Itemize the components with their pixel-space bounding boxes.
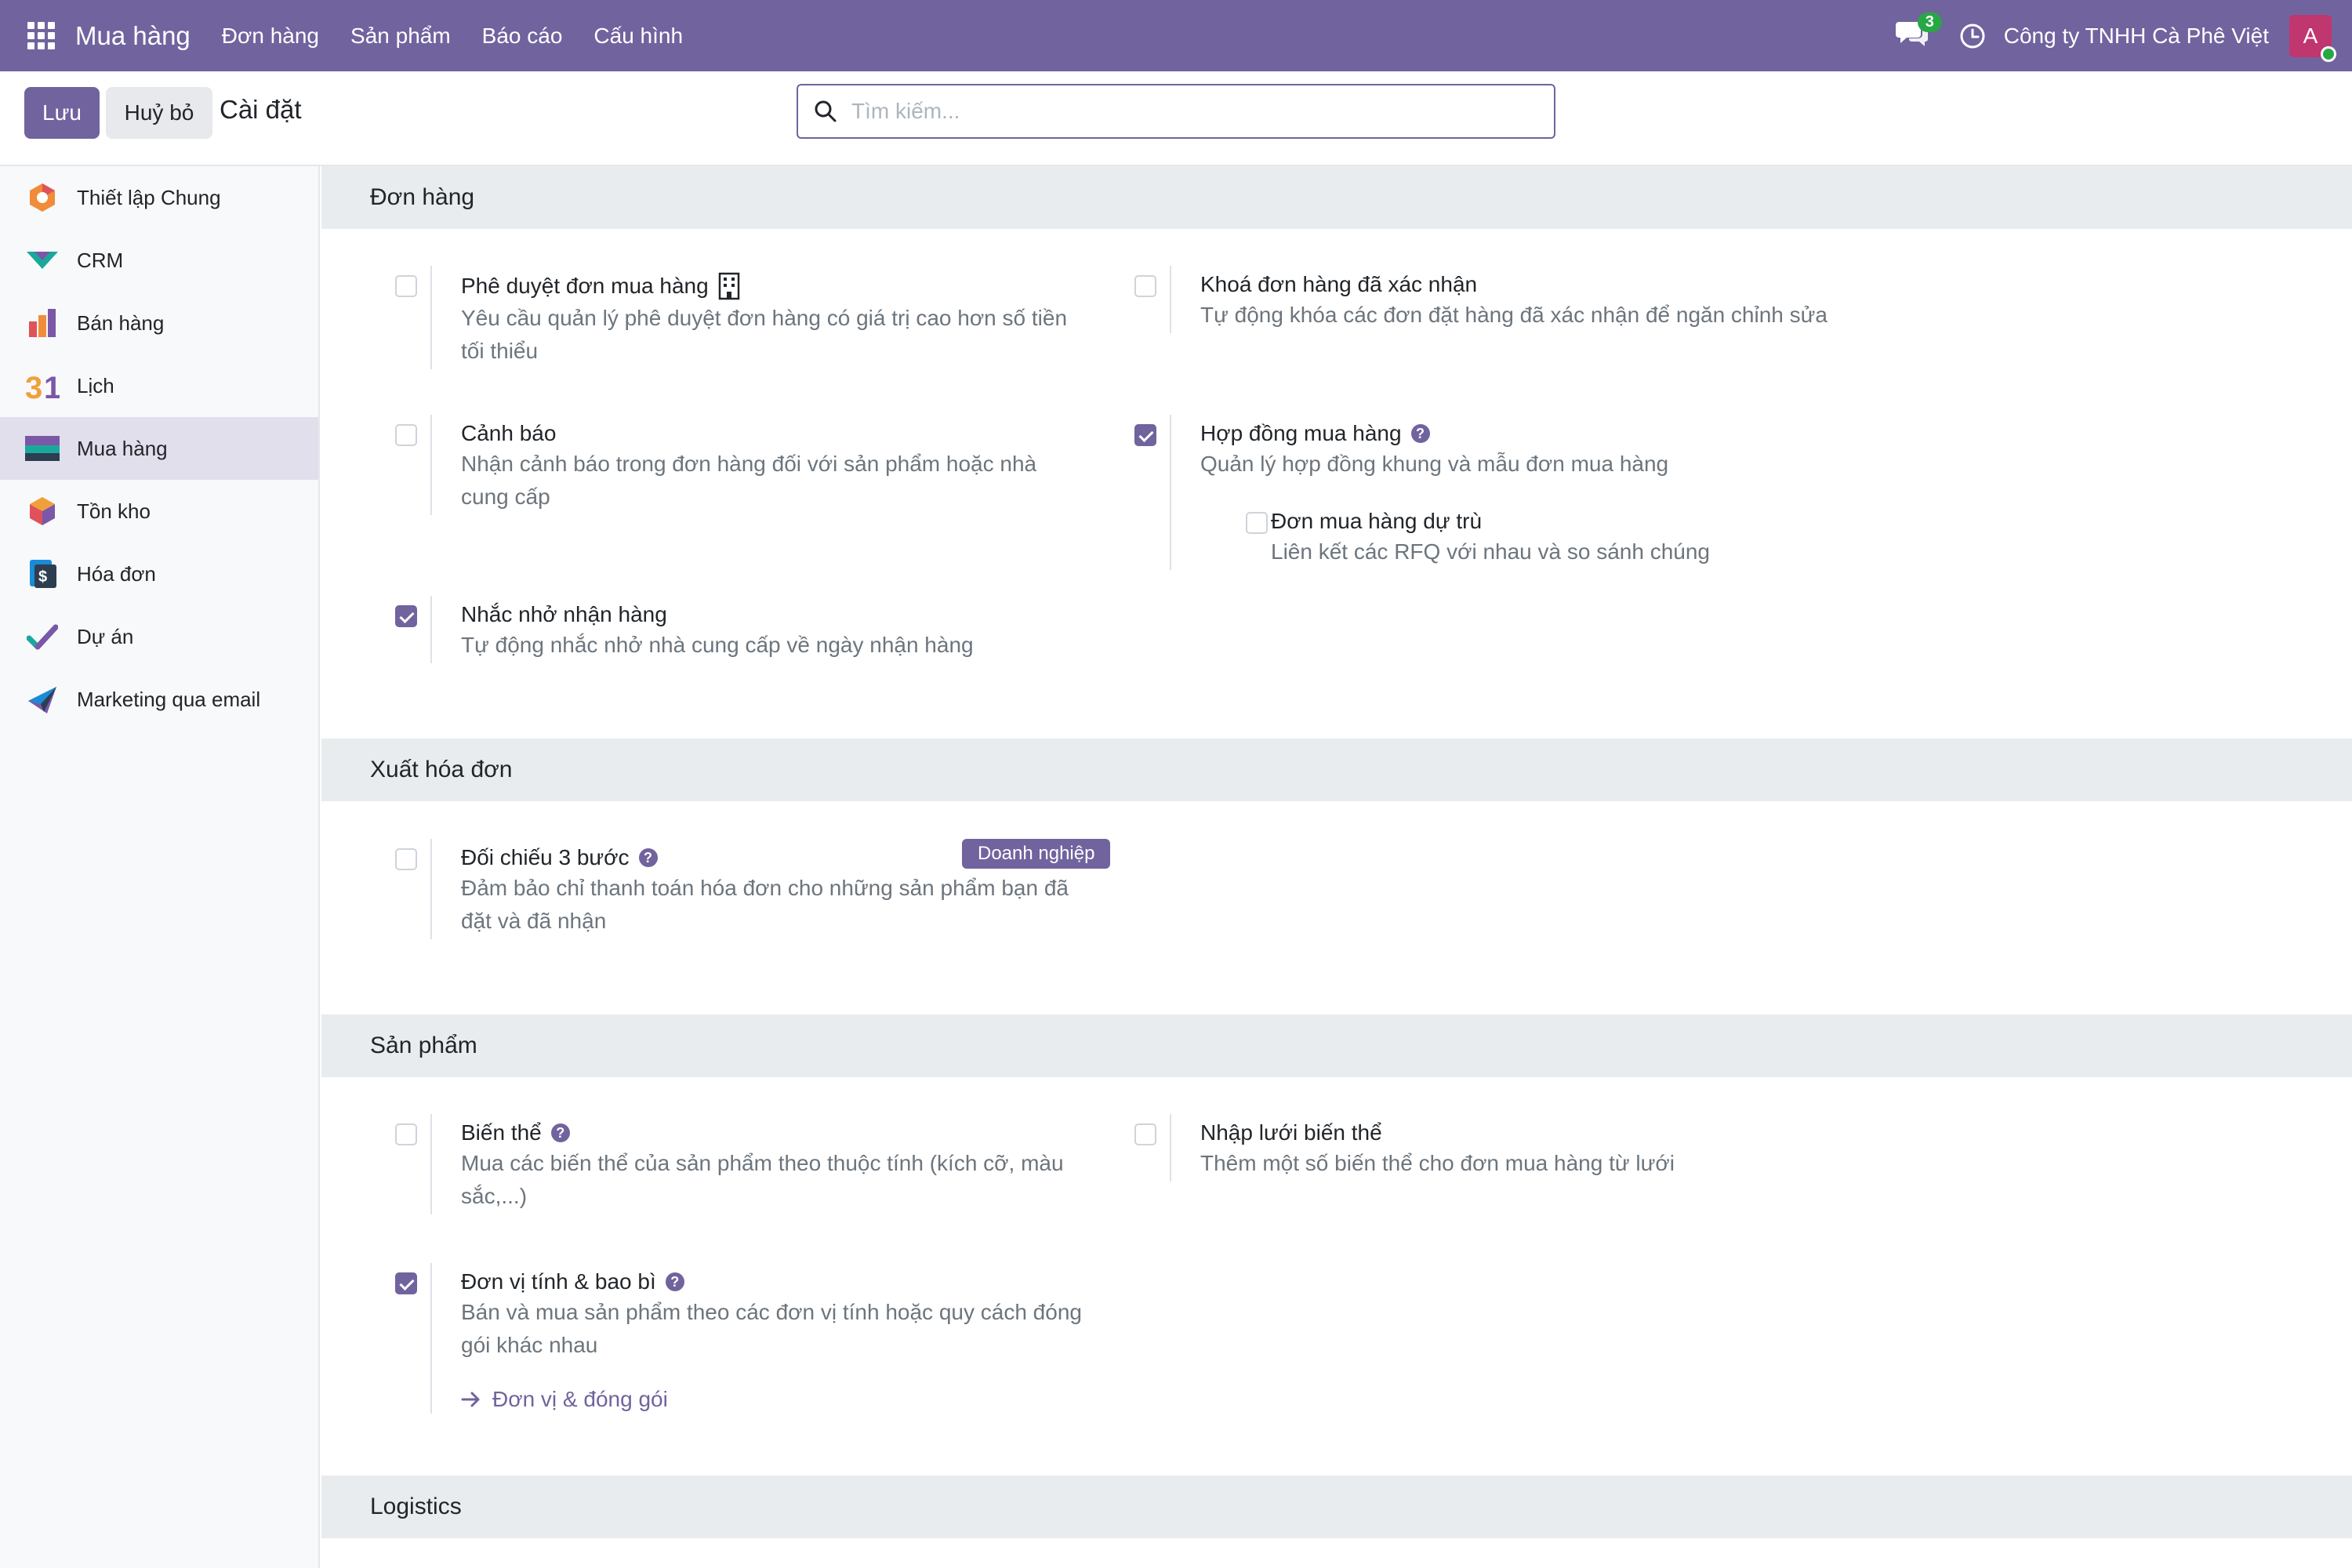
settings-content: Đơn hàng Phê duyệt đơn mua hàng Yêu cầu … <box>321 166 2352 1568</box>
help-icon[interactable]: ? <box>1410 424 1430 443</box>
setting-description: Yêu cầu quản lý phê duyệt đơn hàng có gi… <box>461 306 1068 363</box>
setting-description: Thêm một số biến thể cho đơn mua hàng từ… <box>1200 1151 1675 1175</box>
setting-description: Tự động khóa các đơn đặt hàng đã xác nhậ… <box>1200 303 1828 327</box>
setting-description: Tự động nhắc nhở nhà cung cấp về ngày nh… <box>461 633 974 657</box>
svg-text:3: 3 <box>25 371 42 401</box>
section-invoicing-header: Xuất hóa đơn <box>321 739 2352 801</box>
sidebar-item-sales[interactable]: Bán hàng <box>0 292 318 354</box>
setting-description: Đảm bảo chỉ thanh toán hóa đơn cho những… <box>461 876 1069 933</box>
setting-title: Hợp đồng mua hàng <box>1200 421 1402 445</box>
setting-title: Nhập lưới biến thể <box>1200 1120 1382 1145</box>
cancel-button[interactable]: Huỷ bỏ <box>106 87 212 139</box>
project-icon <box>25 619 60 654</box>
alternatives-checkbox[interactable] <box>1246 512 1268 534</box>
variants-checkbox[interactable] <box>395 1123 417 1145</box>
setting-title: Đơn mua hàng dự trù <box>1271 509 1483 533</box>
receipt-reminder-checkbox[interactable] <box>395 605 417 627</box>
sidebar-item-purchase[interactable]: Mua hàng <box>0 417 318 480</box>
sidebar-item-crm[interactable]: CRM <box>0 229 318 292</box>
enterprise-badge: Doanh nghiệp <box>962 839 1111 869</box>
setting-title: Biến thể <box>461 1120 542 1145</box>
sidebar-item-invoicing[interactable]: $ Hóa đơn <box>0 543 318 605</box>
search-input[interactable] <box>851 99 1526 124</box>
sidebar-item-label: Lịch <box>77 373 114 397</box>
uom-checkbox[interactable] <box>395 1272 417 1294</box>
crm-icon <box>25 243 60 278</box>
general-settings-icon <box>25 180 60 215</box>
svg-text:$: $ <box>38 568 47 586</box>
company-building-icon <box>718 272 739 300</box>
sidebar-item-label: Hóa đơn <box>77 561 156 586</box>
setting-title: Phê duyệt đơn mua hàng <box>461 274 709 298</box>
warnings-checkbox[interactable] <box>395 424 417 446</box>
search-box <box>797 84 1555 139</box>
setting-title: Nhắc nhở nhận hàng <box>461 602 667 626</box>
purchase-icon <box>25 431 60 466</box>
sidebar-item-inventory[interactable]: Tồn kho <box>0 480 318 543</box>
chat-icon[interactable]: 3 <box>1895 12 1942 53</box>
menu-reports[interactable]: Báo cáo <box>482 24 563 49</box>
page-title: Cài đặt <box>220 95 302 124</box>
top-menu: Đơn hàng Sản phẩm Báo cáo Cấu hình <box>222 24 683 49</box>
online-status-dot <box>2321 45 2336 62</box>
sidebar-item-label: Mua hàng <box>77 436 168 460</box>
sidebar-item-label: Thiết lập Chung <box>77 185 221 209</box>
sidebar-item-label: Bán hàng <box>77 310 165 335</box>
app-brand[interactable]: Mua hàng <box>75 21 191 51</box>
app-grid-icon[interactable] <box>27 21 56 50</box>
top-navbar: Mua hàng Đơn hàng Sản phẩm Báo cáo Cấu h… <box>0 0 2352 71</box>
email-marketing-icon <box>25 682 60 717</box>
sales-icon <box>25 306 60 340</box>
svg-text:1: 1 <box>44 371 60 401</box>
avatar-letter: A <box>2303 23 2318 48</box>
sidebar-item-label: Dự án <box>77 624 134 648</box>
setting-description: Liên kết các RFQ với nhau và so sánh chú… <box>1271 539 1710 564</box>
setting-title: Khoá đơn hàng đã xác nhận <box>1200 272 1478 296</box>
section-products-header: Sản phẩm <box>321 1014 2352 1077</box>
section-logistics-header: Logistics <box>321 1475 2352 1538</box>
setting-alternative-orders: Đơn mua hàng dự trù Liên kết các RFQ với… <box>1200 509 1828 568</box>
sidebar-item-email-marketing[interactable]: Marketing qua email <box>0 668 318 731</box>
link-label: Đơn vị & đóng gói <box>492 1387 668 1411</box>
sidebar-item-calendar[interactable]: 31 Lịch <box>0 354 318 417</box>
company-switcher[interactable]: Công ty TNHH Cà Phê Việt <box>2004 24 2269 49</box>
setting-title: Cảnh báo <box>461 421 557 445</box>
sidebar-item-label: Tồn kho <box>77 499 151 523</box>
setting-title: Đối chiếu 3 bước <box>461 845 630 869</box>
units-packaging-link[interactable]: Đơn vị & đóng gói <box>461 1387 1088 1412</box>
menu-orders[interactable]: Đơn hàng <box>222 24 319 49</box>
setting-description: Quản lý hợp đồng khung và mẫu đơn mua hà… <box>1200 452 1669 476</box>
control-panel: Lưu Huỷ bỏ Cài đặt <box>0 71 2352 166</box>
agreements-checkbox[interactable] <box>1134 424 1156 446</box>
help-icon[interactable]: ? <box>665 1272 684 1291</box>
menu-configuration[interactable]: Cấu hình <box>593 24 683 49</box>
menu-products[interactable]: Sản phẩm <box>350 24 451 49</box>
save-button[interactable]: Lưu <box>24 87 100 139</box>
navbar-right: 3 Công ty TNHH Cà Phê Việt A <box>1895 0 2352 71</box>
setting-description: Bán và mua sản phẩm theo các đơn vị tính… <box>461 1300 1082 1357</box>
inventory-icon <box>25 494 60 528</box>
user-avatar[interactable]: A <box>2289 14 2336 62</box>
po-approval-checkbox[interactable] <box>395 275 417 297</box>
chat-count-badge: 3 <box>1917 12 1942 32</box>
sidebar-item-label: CRM <box>77 248 124 272</box>
variant-grid-checkbox[interactable] <box>1134 1123 1156 1145</box>
activity-clock-icon[interactable] <box>1958 22 1987 50</box>
three-way-checkbox[interactable] <box>395 848 417 870</box>
calendar-icon: 31 <box>25 368 60 403</box>
search-icon <box>815 100 837 122</box>
invoicing-icon: $ <box>25 557 60 591</box>
sidebar-item-label: Marketing qua email <box>77 687 261 711</box>
settings-sidebar: Thiết lập Chung CRM Bán hàng 31 Lịch Mua… <box>0 166 320 1568</box>
sidebar-item-general-settings[interactable]: Thiết lập Chung <box>0 166 318 229</box>
sidebar-item-project[interactable]: Dự án <box>0 605 318 668</box>
lock-orders-checkbox[interactable] <box>1134 275 1156 297</box>
setting-description: Nhận cảnh báo trong đơn hàng đối với sản… <box>461 452 1037 509</box>
help-icon[interactable]: ? <box>638 848 658 867</box>
help-icon[interactable]: ? <box>550 1123 570 1142</box>
setting-description: Mua các biến thể của sản phẩm theo thuộc… <box>461 1151 1064 1208</box>
arrow-right-icon <box>461 1392 480 1407</box>
section-orders-header: Đơn hàng <box>321 166 2352 229</box>
setting-title: Đơn vị tính & bao bì <box>461 1269 656 1294</box>
